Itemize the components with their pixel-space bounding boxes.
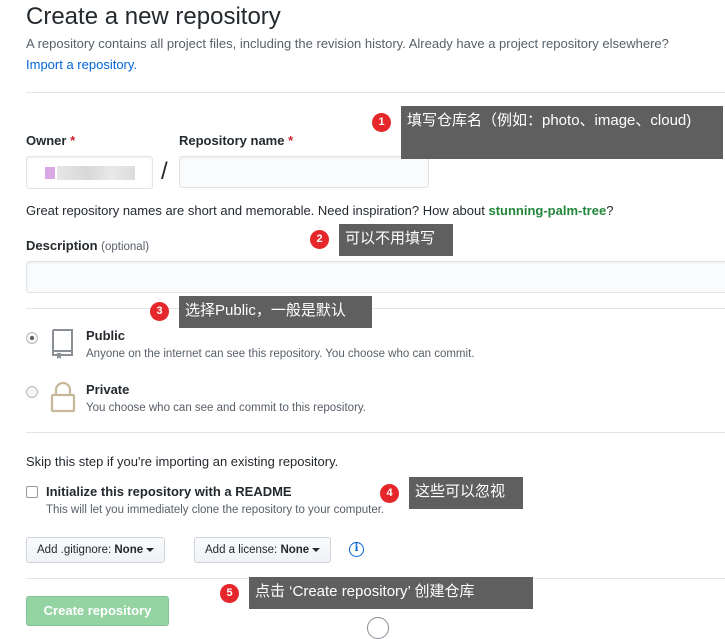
description-divider — [26, 308, 725, 309]
license-select[interactable]: Add a license: None — [194, 537, 332, 563]
annotation-callout-5: 点击 ‘Create repository’ 创建仓库 — [249, 577, 533, 609]
gitignore-prefix: Add .gitignore: — [37, 544, 112, 556]
owner-required-mark: * — [70, 133, 76, 148]
owner-label: Owner * — [26, 133, 75, 148]
annotation-badge-2: 2 — [310, 230, 329, 249]
annotation-badge-1: 1 — [372, 113, 391, 132]
page-title: Create a new repository — [26, 3, 281, 30]
repository-name-required-mark: * — [288, 133, 294, 148]
annotation-badge-5: 5 — [220, 584, 239, 603]
import-repository-link[interactable]: Import a repository. — [26, 57, 137, 72]
gitignore-value: None — [114, 544, 144, 556]
page-subtitle: A repository contains all project files,… — [26, 36, 669, 51]
header-divider — [26, 92, 725, 93]
owner-name-redacted — [57, 166, 135, 180]
owner-avatar — [45, 167, 55, 179]
repository-name-label-text: Repository name — [179, 133, 285, 148]
owner-select[interactable] — [26, 156, 153, 189]
annotation-callout-3: 选择Public，一般是默认 — [179, 296, 372, 328]
owner-label-text: Owner — [26, 133, 67, 148]
readme-checkbox[interactable] — [26, 486, 38, 498]
annotation-badge-4: 4 — [380, 484, 399, 503]
description-input[interactable] — [26, 261, 725, 293]
info-icon[interactable]: i — [349, 542, 364, 557]
description-optional-text: (optional) — [101, 241, 150, 253]
private-description: You choose who can see and commit to thi… — [86, 402, 366, 414]
annotation-badge-3: 3 — [150, 302, 169, 321]
readme-label[interactable]: Initialize this repository with a README — [46, 484, 292, 499]
gitignore-select[interactable]: Add .gitignore: None — [26, 537, 166, 563]
owner-repo-separator: / — [161, 158, 168, 185]
create-repository-button[interactable]: Create repository — [26, 596, 169, 626]
annotation-callout-1: 填写仓库名（例如：photo、image、cloud) — [401, 106, 723, 159]
annotation-callout-2: 可以不用填写 — [339, 224, 453, 256]
hint-text: Great repository names are short and mem… — [26, 203, 489, 218]
visibility-divider — [26, 432, 725, 433]
license-prefix: Add a license: — [205, 544, 278, 556]
private-radio[interactable] — [26, 386, 38, 398]
hint-end: ? — [606, 203, 614, 218]
public-label: Public — [86, 328, 126, 343]
repository-name-hint: Great repository names are short and mem… — [26, 203, 613, 218]
help-icon — [367, 617, 389, 639]
description-label-text: Description — [26, 238, 98, 253]
public-description: Anyone on the internet can see this repo… — [86, 348, 475, 360]
license-value: None — [280, 544, 310, 556]
gitignore-chevron-down-icon — [146, 547, 155, 552]
readme-description: This will let you immediately clone the … — [46, 504, 385, 516]
public-repo-icon — [52, 329, 73, 359]
repository-name-label: Repository name * — [179, 133, 293, 148]
lock-icon — [50, 381, 76, 413]
private-label: Private — [86, 382, 130, 397]
name-suggestion-link[interactable]: stunning-palm-tree — [488, 203, 606, 218]
repository-name-input[interactable] — [179, 156, 429, 188]
skip-step-text: Skip this step if you're importing an ex… — [26, 454, 339, 469]
description-label: Description (optional) — [26, 238, 149, 253]
license-chevron-down-icon — [312, 547, 321, 552]
annotation-callout-4: 这些可以忽视 — [409, 477, 523, 509]
public-radio[interactable] — [26, 332, 38, 344]
